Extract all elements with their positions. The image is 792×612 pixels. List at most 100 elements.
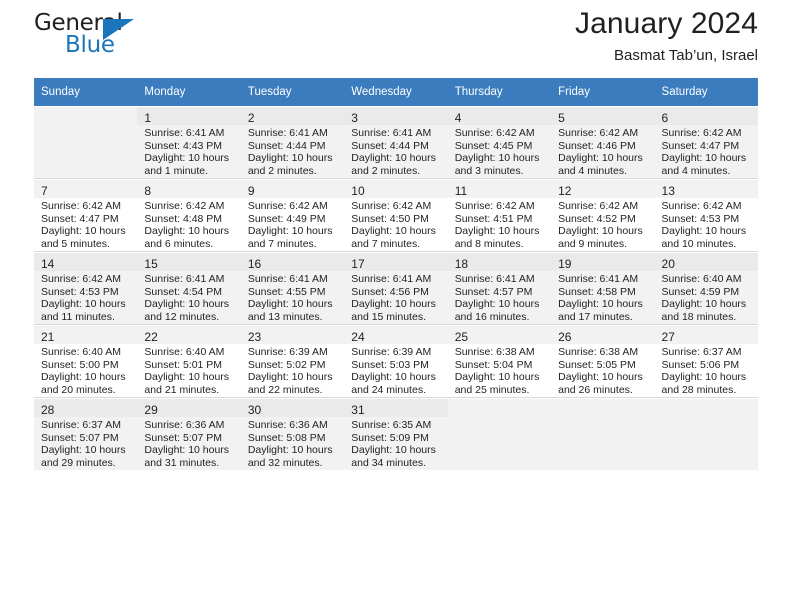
calendar-day-cell[interactable]: 5 Sunrise: 6:42 AM Sunset: 4:46 PM Daylight… — [551, 106, 655, 178]
day-sunrise-text: Sunrise: 6:38 AM — [454, 346, 535, 358]
day-details: Sunrise: 6:36 AM Sunset: 5:08 PM Daylight:… — [241, 417, 344, 469]
day-number: 3 — [344, 107, 448, 125]
day-details: Sunrise: 6:38 AM Sunset: 5:04 PM Daylight:… — [448, 344, 551, 396]
day-details: Sunrise: 6:35 AM Sunset: 5:09 PM Daylight:… — [344, 417, 447, 469]
calendar-day-cell[interactable]: 22 Sunrise: 6:40 AM Sunset: 5:01 PM Dayligh… — [137, 325, 241, 397]
day-sunrise-text: Sunrise: 6:37 AM — [661, 346, 742, 358]
day-daylight-text: Daylight: 10 hours — [558, 225, 643, 238]
calendar-day-cell[interactable]: 7 Sunrise: 6:42 AM Sunset: 4:47 PM Daylight… — [34, 179, 138, 251]
calendar-day-cell[interactable]: 21 Sunrise: 6:40 AM Sunset: 5:00 PM Dayligh… — [34, 325, 138, 397]
day-sunset-text: Sunset: 5:07 PM — [144, 431, 223, 444]
day-daylight-text: Daylight: 10 hours — [144, 371, 230, 384]
calendar-week-row: 28 Sunrise: 6:37 AM Sunset: 5:07 PM Dayligh… — [34, 398, 758, 470]
day-sunrise-text: Sunrise: 6:41 AM — [247, 127, 328, 139]
day-sunset-text: Sunset: 4:43 PM — [144, 139, 223, 152]
day-sunrise-text: Sunrise: 6:41 AM — [144, 127, 225, 139]
calendar-day-cell[interactable]: 27 Sunrise: 6:37 AM Sunset: 5:06 PM Dayligh… — [654, 325, 758, 397]
calendar-day-cell[interactable]: 19 Sunrise: 6:41 AM Sunset: 4:58 PM Dayligh… — [551, 252, 655, 324]
day-number: 23 — [240, 326, 345, 344]
calendar-day-cell[interactable]: 18 Sunrise: 6:41 AM Sunset: 4:57 PM Dayligh… — [447, 252, 552, 324]
day-sunset-text: Sunset: 4:56 PM — [351, 285, 429, 298]
day-details: Sunrise: 6:40 AM Sunset: 5:01 PM Daylight:… — [137, 344, 240, 396]
day-sunset-text: Sunset: 4:54 PM — [144, 285, 223, 298]
day-number: 17 — [344, 253, 448, 271]
day-daylight-text: Daylight: 10 hours — [558, 371, 643, 384]
day-daylight-text: Daylight: 10 hours — [351, 371, 436, 384]
day-sunrise-text: Sunrise: 6:42 AM — [661, 127, 742, 139]
day-details: Sunrise: 6:39 AM Sunset: 5:02 PM Daylight:… — [241, 344, 344, 396]
calendar-day-cell[interactable]: 2 Sunrise: 6:41 AM Sunset: 4:44 PM Daylight… — [240, 106, 345, 178]
calendar-day-cell[interactable]: 3 Sunrise: 6:41 AM Sunset: 4:44 PM Daylight… — [344, 106, 448, 178]
day-daylight-text: Daylight: 10 hours — [351, 298, 436, 311]
calendar-day-cell[interactable]: 16 Sunrise: 6:41 AM Sunset: 4:55 PM Dayligh… — [240, 252, 345, 324]
day-daylight-text: Daylight: 10 hours — [41, 298, 126, 311]
day-details: Sunrise: 6:42 AM Sunset: 4:49 PM Daylight:… — [241, 198, 344, 250]
day-daylight-text: Daylight: 10 hours — [661, 371, 747, 384]
day-number: 18 — [447, 253, 552, 271]
weekday-header-saturday: Saturday — [654, 78, 758, 106]
calendar-day-cell[interactable]: 10 Sunrise: 6:42 AM Sunset: 4:50 PM Dayligh… — [344, 179, 448, 251]
calendar-day-cell[interactable]: 20 Sunrise: 6:40 AM Sunset: 4:59 PM Dayligh… — [654, 252, 758, 324]
day-daylight-text: and 20 minutes. — [41, 383, 116, 396]
day-number: 9 — [240, 180, 345, 198]
calendar-day-cell[interactable]: 28 Sunrise: 6:37 AM Sunset: 5:07 PM Dayligh… — [34, 398, 138, 470]
day-details: Sunrise: 6:41 AM Sunset: 4:44 PM Daylight:… — [241, 125, 344, 177]
day-number: 14 — [34, 253, 138, 271]
day-sunrise-text: Sunrise: 6:36 AM — [144, 419, 225, 431]
day-number: 22 — [137, 326, 241, 344]
day-number: 6 — [654, 107, 758, 125]
day-sunset-text: Sunset: 5:09 PM — [351, 431, 429, 444]
day-daylight-text: and 15 minutes. — [351, 310, 426, 323]
calendar-body: 1 Sunrise: 6:41 AM Sunset: 4:43 PM Daylight… — [34, 106, 758, 470]
day-sunset-text: Sunset: 5:06 PM — [661, 358, 740, 371]
day-number: 2 — [240, 107, 345, 125]
calendar-day-cell[interactable]: 11 Sunrise: 6:42 AM Sunset: 4:51 PM Dayligh… — [447, 179, 552, 251]
calendar-day-cell[interactable]: 26 Sunrise: 6:38 AM Sunset: 5:05 PM Dayligh… — [551, 325, 655, 397]
day-daylight-text: and 4 minutes. — [558, 164, 627, 177]
weekday-header-tuesday: Tuesday — [240, 78, 345, 106]
calendar-day-cell[interactable]: 1 Sunrise: 6:41 AM Sunset: 4:43 PM Daylight… — [137, 106, 241, 178]
logo-text-blue: Blue — [65, 32, 115, 58]
calendar-day-cell[interactable]: 14 Sunrise: 6:42 AM Sunset: 4:53 PM Dayligh… — [34, 252, 138, 324]
calendar-day-cell[interactable]: 30 Sunrise: 6:36 AM Sunset: 5:08 PM Dayligh… — [240, 398, 345, 470]
day-details: Sunrise: 6:40 AM Sunset: 4:59 PM Daylight:… — [655, 271, 758, 323]
day-sunset-text: Sunset: 5:08 PM — [247, 431, 326, 444]
calendar-day-cell[interactable]: 23 Sunrise: 6:39 AM Sunset: 5:02 PM Dayligh… — [240, 325, 345, 397]
calendar-day-cell[interactable]: 4 Sunrise: 6:42 AM Sunset: 4:45 PM Daylight… — [447, 106, 552, 178]
calendar-day-cell[interactable]: 31 Sunrise: 6:35 AM Sunset: 5:09 PM Dayligh… — [344, 398, 448, 470]
calendar-day-cell[interactable]: 6 Sunrise: 6:42 AM Sunset: 4:47 PM Daylight… — [654, 106, 758, 178]
calendar-day-cell[interactable]: 15 Sunrise: 6:41 AM Sunset: 4:54 PM Dayligh… — [137, 252, 241, 324]
day-sunrise-text: Sunrise: 6:38 AM — [558, 346, 639, 358]
day-sunrise-text: Sunrise: 6:35 AM — [351, 419, 432, 431]
general-blue-logo[interactable]: General Blue — [34, 10, 184, 66]
calendar-day-cell[interactable]: 8 Sunrise: 6:42 AM Sunset: 4:48 PM Daylight… — [137, 179, 241, 251]
calendar-day-cell[interactable]: 29 Sunrise: 6:36 AM Sunset: 5:07 PM Dayligh… — [137, 398, 241, 470]
day-details: Sunrise: 6:41 AM Sunset: 4:55 PM Daylight:… — [241, 271, 344, 323]
day-daylight-text: and 32 minutes. — [247, 456, 323, 469]
day-daylight-text: Daylight: 10 hours — [144, 225, 230, 238]
day-daylight-text: and 2 minutes. — [247, 164, 317, 177]
day-number: 13 — [654, 180, 758, 198]
title-block: January 2024 Basmat Tab’un, Israel — [575, 6, 758, 66]
day-details: Sunrise: 6:42 AM Sunset: 4:45 PM Daylight:… — [448, 125, 551, 177]
day-sunset-text: Sunset: 5:00 PM — [41, 358, 119, 371]
calendar-day-cell[interactable]: 12 Sunrise: 6:42 AM Sunset: 4:52 PM Dayligh… — [551, 179, 655, 251]
calendar-day-cell[interactable]: 24 Sunrise: 6:39 AM Sunset: 5:03 PM Dayligh… — [344, 325, 448, 397]
day-daylight-text: Daylight: 10 hours — [144, 298, 230, 311]
calendar-day-cell[interactable]: 25 Sunrise: 6:38 AM Sunset: 5:04 PM Dayligh… — [447, 325, 552, 397]
day-number: 29 — [137, 399, 241, 417]
day-details: Sunrise: 6:42 AM Sunset: 4:47 PM Daylight:… — [655, 125, 758, 177]
calendar-day-cell[interactable]: 9 Sunrise: 6:42 AM Sunset: 4:49 PM Daylight… — [240, 179, 345, 251]
day-details: Sunrise: 6:41 AM Sunset: 4:54 PM Daylight:… — [137, 271, 240, 323]
calendar-cell-empty — [447, 398, 552, 470]
day-daylight-text: Daylight: 10 hours — [351, 444, 436, 457]
day-sunset-text: Sunset: 4:57 PM — [454, 285, 533, 298]
day-sunset-text: Sunset: 4:49 PM — [247, 212, 326, 225]
day-number: 19 — [551, 253, 655, 271]
day-details: Sunrise: 6:42 AM Sunset: 4:50 PM Daylight:… — [344, 198, 447, 250]
day-number: 16 — [240, 253, 345, 271]
calendar-day-cell[interactable]: 17 Sunrise: 6:41 AM Sunset: 4:56 PM Dayligh… — [344, 252, 448, 324]
day-sunrise-text: Sunrise: 6:40 AM — [41, 346, 121, 358]
day-sunrise-text: Sunrise: 6:39 AM — [351, 346, 432, 358]
calendar-day-cell[interactable]: 13 Sunrise: 6:42 AM Sunset: 4:53 PM Dayligh… — [654, 179, 758, 251]
